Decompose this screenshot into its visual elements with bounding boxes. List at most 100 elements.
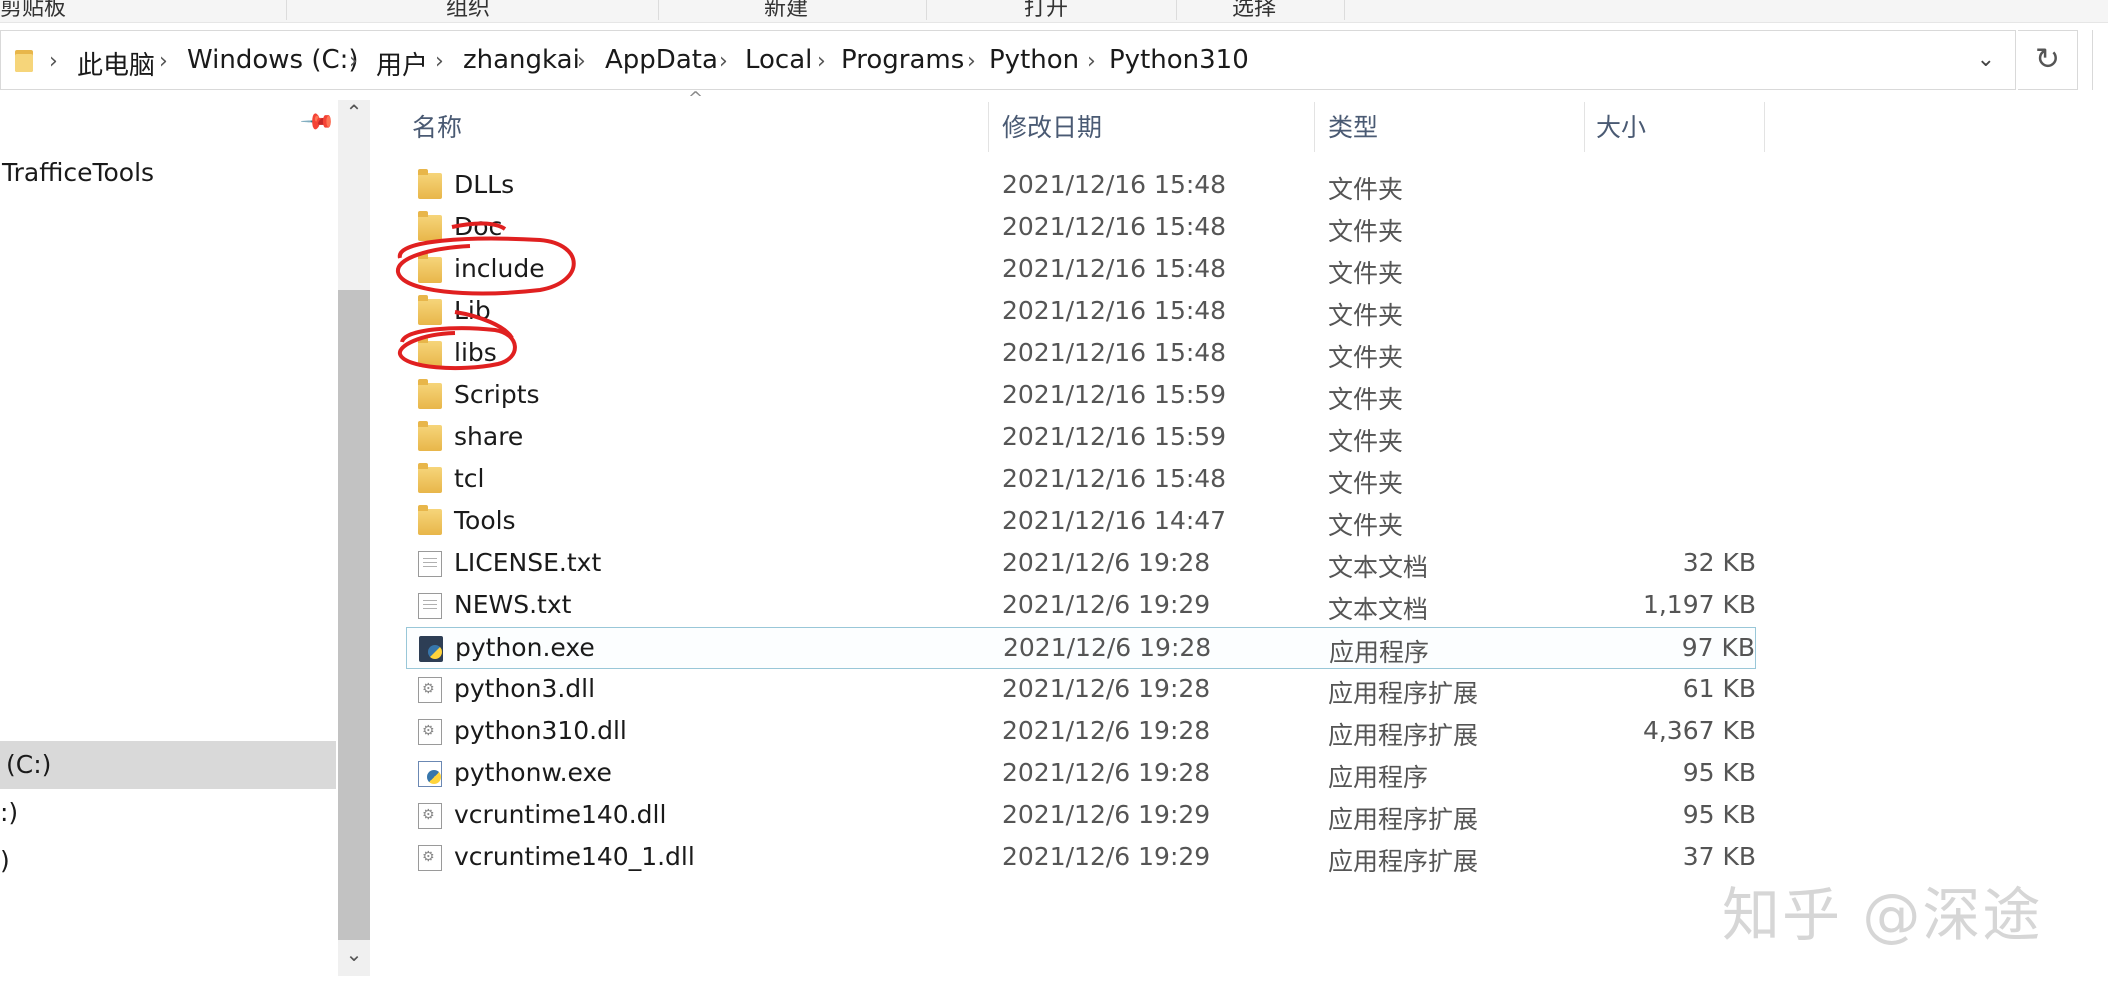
column-divider[interactable] [988,102,989,152]
breadcrumb-programs[interactable]: Programs [841,45,964,75]
file-size: 95 KB [1682,758,1756,787]
column-divider[interactable] [1764,102,1765,152]
file-date: 2021/12/6 19:28 [1003,633,1212,662]
search-box-edge[interactable] [2092,30,2108,90]
breadcrumb-chevron-icon[interactable]: › [1087,49,1096,74]
text-file-icon [418,551,442,577]
watermark: 知乎 @深途 [1722,881,2043,949]
file-row[interactable]: share 2021/12/16 15:59 文件夹 [406,417,1756,459]
ribbon-group-open[interactable]: 打开 [1024,0,1068,22]
file-row[interactable]: tcl 2021/12/16 15:48 文件夹 [406,459,1756,501]
folder-icon [15,50,33,72]
file-name: pythonw.exe [454,758,612,787]
file-date: 2021/12/6 19:28 [1002,716,1211,745]
nav-scrollbar[interactable]: ⌃ ⌄ [338,100,370,976]
breadcrumb-appdata[interactable]: AppData [605,45,718,75]
scroll-up-icon[interactable]: ⌃ [338,100,370,130]
column-header-size[interactable]: 大小 [1596,108,1646,144]
file-type: 应用程序 [1328,763,1429,792]
breadcrumb-chevron-icon[interactable]: › [349,49,358,74]
ribbon-group-select[interactable]: 选择 [1232,0,1276,22]
file-row[interactable]: python310.dll 2021/12/6 19:28 应用程序扩展 4,367 … [406,711,1756,753]
breadcrumb-chevron-icon[interactable]: › [49,49,58,74]
refresh-icon[interactable]: ↻ [2018,30,2078,90]
nav-item-traffictools[interactable]: TrafficeTools [2,158,154,187]
file-name: python.exe [455,633,595,662]
nav-item-drive[interactable]: :) [0,798,18,827]
folder-icon [418,463,442,493]
file-row[interactable]: Scripts 2021/12/16 15:59 文件夹 [406,375,1756,417]
file-row[interactable]: pythonw.exe 2021/12/6 19:28 应用程序 95 KB [406,753,1756,795]
nav-item-drive-c[interactable]: (C:) [6,750,51,779]
breadcrumb-local[interactable]: Local [745,45,812,75]
navigation-pane: 📌 TrafficeTools (C:) :) ) [0,100,336,989]
file-date: 2021/12/6 19:28 [1002,758,1211,787]
text-file-icon [418,593,442,619]
python-exe-icon [418,761,442,787]
column-header-date[interactable]: 修改日期 [1002,108,1102,144]
pin-icon[interactable]: 📌 [299,104,336,141]
column-divider[interactable] [1584,102,1585,152]
file-type: 文本文档 [1328,553,1429,582]
address-bar[interactable]: › 此电脑 › Windows (C:) › 用户 › zhangkai › A… [0,30,2016,90]
file-type: 文件夹 [1328,301,1404,330]
scroll-down-icon[interactable]: ⌄ [338,942,370,972]
breadcrumb-chevron-icon[interactable]: › [719,49,728,74]
ribbon-group-new[interactable]: 新建 [764,0,808,22]
file-row[interactable]: Doc 2021/12/16 15:48 文件夹 [406,207,1756,249]
breadcrumb-zhangkai[interactable]: zhangkai [463,45,580,75]
file-size: 37 KB [1682,842,1756,871]
file-size: 95 KB [1682,800,1756,829]
file-row[interactable]: Lib 2021/12/16 15:48 文件夹 [406,291,1756,333]
file-name: LICENSE.txt [454,548,602,577]
file-row[interactable]: python.exe 2021/12/6 19:28 应用程序 97 KB [406,627,1756,669]
file-row[interactable]: DLLs 2021/12/16 15:48 文件夹 [406,165,1756,207]
column-header-type[interactable]: 类型 [1328,108,1378,144]
nav-item-drive[interactable]: ) [0,846,10,875]
breadcrumb-python310[interactable]: Python310 [1109,45,1249,75]
ribbon-separator [1344,0,1345,20]
file-row[interactable]: include 2021/12/16 15:48 文件夹 [406,249,1756,291]
file-row[interactable]: vcruntime140.dll 2021/12/6 19:29 应用程序扩展 95 … [406,795,1756,837]
file-row[interactable]: Tools 2021/12/16 14:47 文件夹 [406,501,1756,543]
file-type: 应用程序扩展 [1328,847,1479,876]
ribbon-group-clipboard[interactable]: 剪贴板 [0,0,66,22]
file-row[interactable]: NEWS.txt 2021/12/6 19:29 文本文档 1,197 KB [406,585,1756,627]
file-size: 1,197 KB [1642,590,1756,619]
chevron-down-icon[interactable]: ⌄ [1977,47,1995,72]
ribbon-separator [658,0,659,20]
breadcrumb-this-pc[interactable]: 此电脑 [77,45,155,82]
breadcrumb-chevron-icon[interactable]: › [159,49,168,74]
file-date: 2021/12/6 19:28 [1002,548,1211,577]
file-name: include [454,254,545,283]
file-name: vcruntime140_1.dll [454,842,695,871]
file-name: Lib [454,296,491,325]
file-date: 2021/12/16 15:48 [1002,170,1227,199]
file-row[interactable]: python3.dll 2021/12/6 19:28 应用程序扩展 61 KB [406,669,1756,711]
file-name: share [454,422,524,451]
scrollbar-thumb[interactable] [338,290,370,940]
breadcrumb-users[interactable]: 用户 [376,45,428,82]
column-header-name[interactable]: 名称 [412,108,462,144]
breadcrumb-drive-c[interactable]: Windows (C:) [187,45,359,75]
dll-file-icon [418,803,442,829]
file-row[interactable]: vcruntime140_1.dll 2021/12/6 19:29 应用程序扩展 3… [406,837,1756,879]
folder-icon [418,169,442,199]
ribbon: 剪贴板 组织 新建 打开 选择 [0,0,2108,23]
ribbon-group-organize[interactable]: 组织 [446,0,490,22]
file-name: libs [454,338,497,367]
breadcrumb-chevron-icon[interactable]: › [967,49,976,74]
breadcrumb-python[interactable]: Python [989,45,1079,75]
file-row[interactable]: LICENSE.txt 2021/12/6 19:28 文本文档 32 KB [406,543,1756,585]
ribbon-separator [926,0,927,20]
file-row[interactable]: libs 2021/12/16 15:48 文件夹 [406,333,1756,375]
dll-file-icon [418,719,442,745]
file-type: 文件夹 [1328,175,1404,204]
column-divider[interactable] [1314,102,1315,152]
breadcrumb-chevron-icon[interactable]: › [817,49,826,74]
breadcrumb-chevron-icon[interactable]: › [435,49,444,74]
breadcrumb-chevron-icon[interactable]: › [577,49,586,74]
file-date: 2021/12/16 15:48 [1002,338,1227,367]
file-date: 2021/12/6 19:29 [1002,842,1211,871]
file-type: 文件夹 [1328,427,1404,456]
